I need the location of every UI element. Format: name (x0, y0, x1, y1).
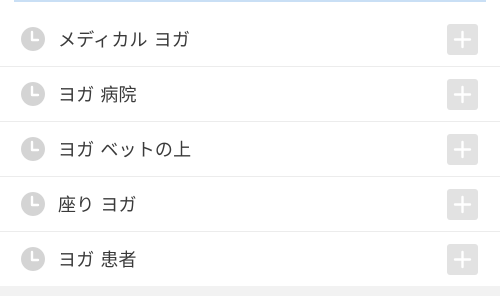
history-item[interactable]: ヨガ ベットの上 (0, 122, 500, 177)
history-item[interactable]: 座り ヨガ (0, 177, 500, 232)
add-query-button[interactable] (447, 79, 478, 110)
history-item-label: ヨガ 病院 (58, 85, 137, 106)
search-input-border (14, 0, 486, 2)
list-footer-divider (0, 286, 500, 296)
add-query-button[interactable] (447, 24, 478, 55)
add-query-button[interactable] (447, 244, 478, 275)
search-history-list: メディカル ヨガ ヨガ 病院 ヨガ ベットの上 座り ヨガ ヨガ 患者 (0, 12, 500, 287)
add-query-button[interactable] (447, 134, 478, 165)
plus-icon (453, 30, 472, 49)
plus-icon (453, 195, 472, 214)
history-item[interactable]: ヨガ 患者 (0, 232, 500, 287)
clock-icon (21, 82, 45, 106)
history-item-label: ヨガ ベットの上 (58, 140, 192, 161)
history-item[interactable]: ヨガ 病院 (0, 67, 500, 122)
history-item-label: ヨガ 患者 (58, 250, 137, 271)
history-item-label: 座り ヨガ (58, 195, 137, 216)
clock-icon (21, 27, 45, 51)
add-query-button[interactable] (447, 189, 478, 220)
clock-icon (21, 247, 45, 271)
history-item-label: メディカル ヨガ (58, 30, 191, 51)
plus-icon (453, 140, 472, 159)
plus-icon (453, 85, 472, 104)
clock-icon (21, 192, 45, 216)
history-item[interactable]: メディカル ヨガ (0, 12, 500, 67)
plus-icon (453, 250, 472, 269)
clock-icon (21, 137, 45, 161)
